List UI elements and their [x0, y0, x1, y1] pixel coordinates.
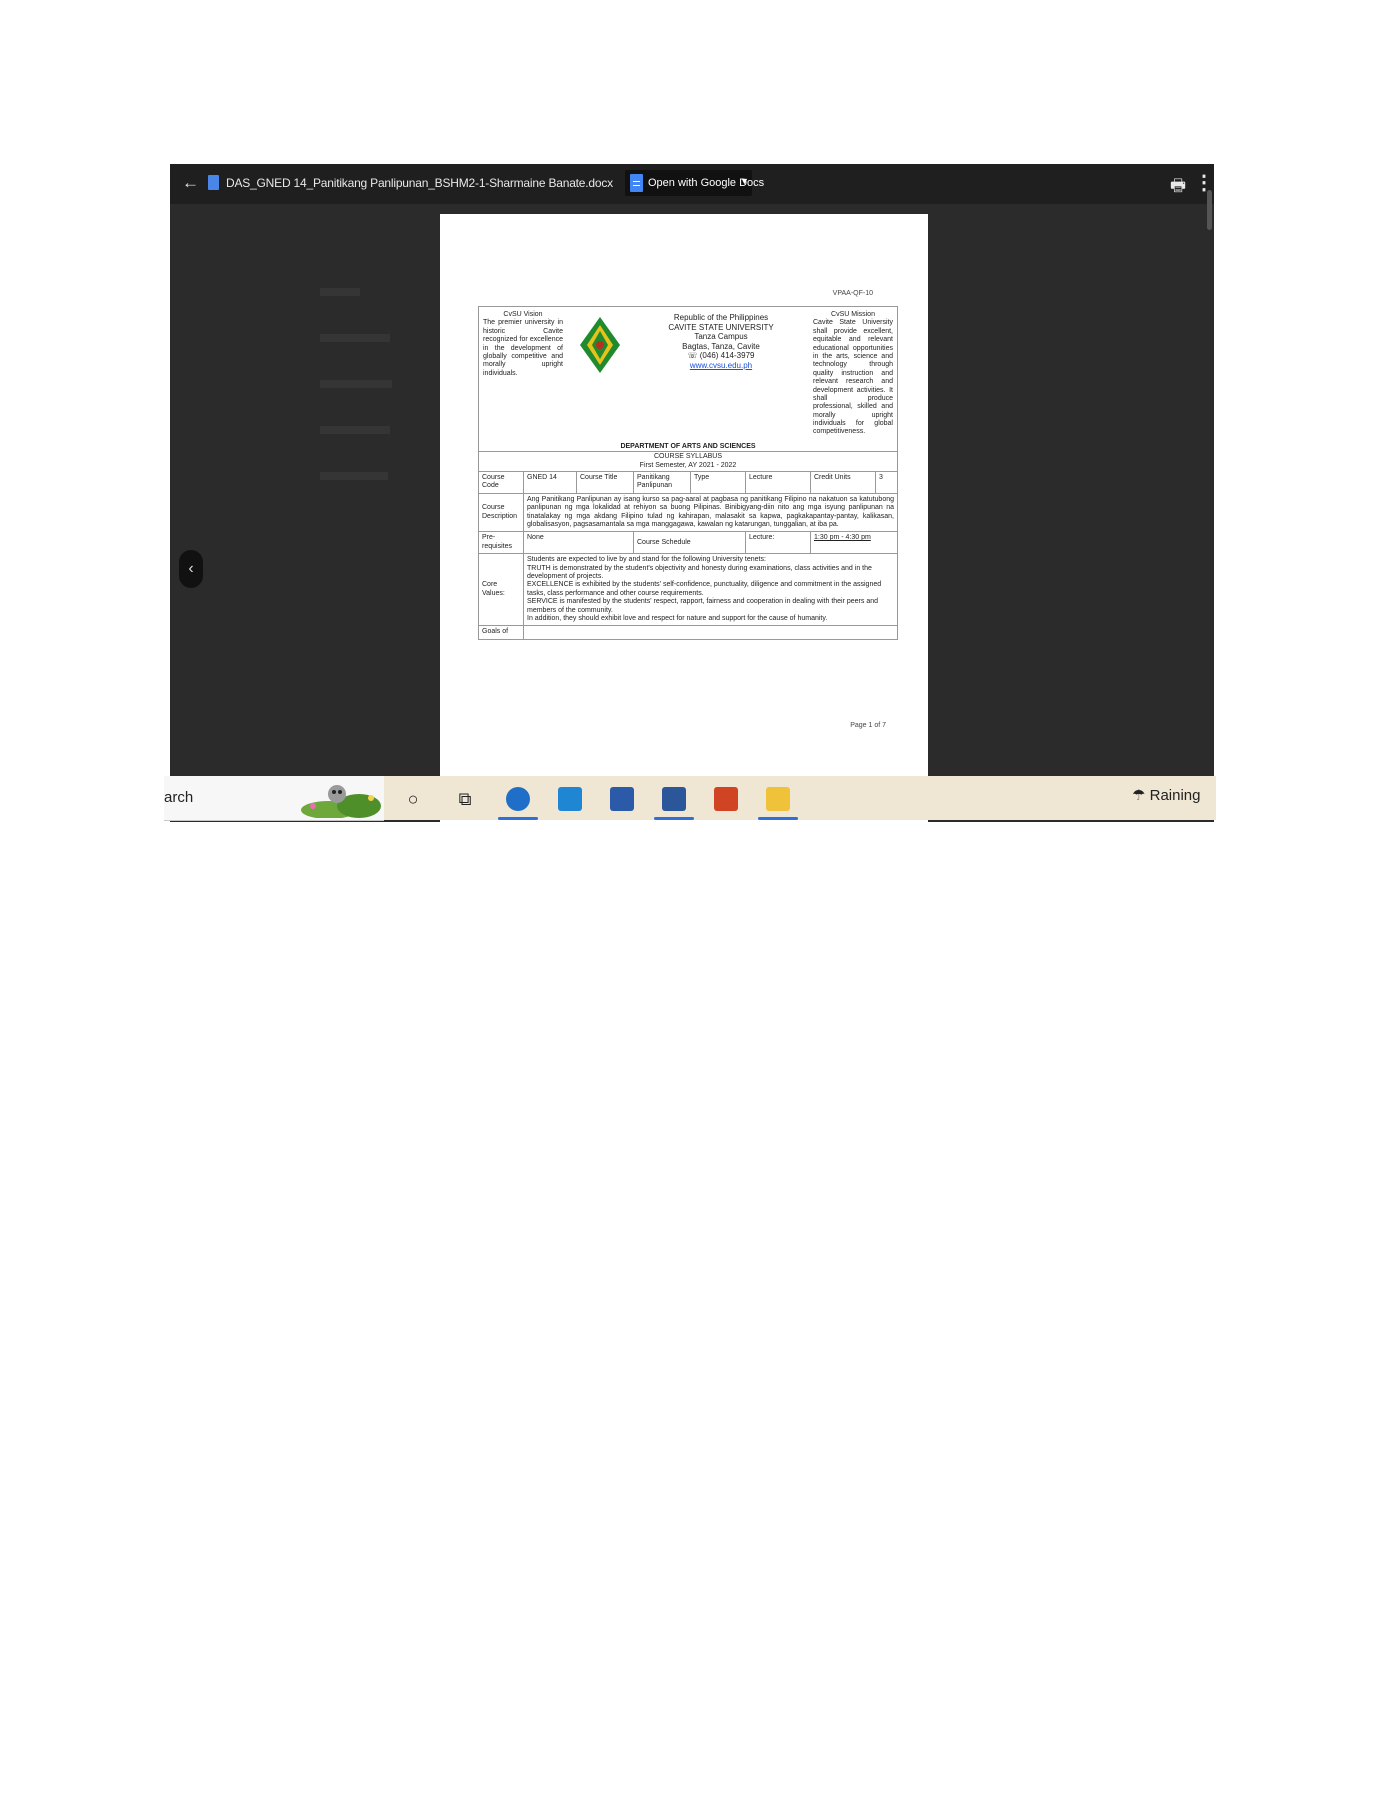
- back-arrow-icon[interactable]: ←: [182, 173, 199, 193]
- chevron-down-icon[interactable]: ▼: [740, 176, 749, 186]
- word-active-indicator: [654, 817, 694, 820]
- vision-title: CvSU Vision: [503, 311, 543, 318]
- course-code-label: Course Code: [478, 471, 524, 494]
- lecture-time: 1:30 pm - 4:30 pm: [810, 531, 898, 555]
- course-title: Panitikang Panlipunan: [633, 471, 691, 494]
- umbrella-icon: ☂: [1132, 787, 1146, 804]
- print-icon[interactable]: 🖶: [1170, 173, 1186, 202]
- task-view-icon[interactable]: ⧉: [452, 786, 478, 812]
- scrollbar[interactable]: [1207, 190, 1212, 230]
- core-values-intro: Students are expected to live by and sta…: [527, 556, 766, 564]
- core-value-excellence: EXCELLENCE is exhibited by the students'…: [527, 581, 882, 597]
- seal-cell: [567, 307, 633, 441]
- sidebar-item: [320, 426, 390, 434]
- credit-units: 3: [875, 471, 898, 494]
- course-syllabus-title: COURSE SYLLABUS: [653, 453, 723, 461]
- syllabus-heading: COURSE SYLLABUS First Semester, AY 2021 …: [478, 451, 898, 473]
- google-docs-icon: [630, 174, 643, 192]
- word-icon[interactable]: [662, 787, 686, 811]
- goals-value: [523, 625, 898, 640]
- description-label: Course Description: [478, 492, 524, 533]
- course-description: Ang Panitikang Panlipunan ay isang kurso…: [523, 492, 898, 533]
- course-code: GNED 14: [523, 471, 577, 494]
- prerequisites-row: Pre-requisites None Course Schedule Lect…: [478, 531, 898, 555]
- type-label: Type: [690, 471, 746, 494]
- explorer-active-indicator: [758, 817, 798, 820]
- previous-file-button[interactable]: ‹: [179, 550, 203, 588]
- edge-active-indicator: [498, 817, 538, 820]
- republic: Republic of the Philippines: [673, 313, 769, 322]
- course-title-label: Course Title: [576, 471, 634, 494]
- lecture-label: Lecture:: [745, 531, 811, 555]
- viewer-toolbar: ← DAS_GNED 14_Panitikang Panlipunan_BSHM…: [170, 164, 1214, 204]
- document-page: VPAA-QF-10 CvSU Vision The premier unive…: [440, 214, 928, 822]
- windows-taskbar: arch ○ ⧉ ☂ Raining: [164, 776, 1216, 821]
- powerpoint-icon[interactable]: [714, 787, 738, 811]
- goals-label: Goals of: [478, 625, 524, 640]
- sidebar-item: [320, 472, 388, 480]
- department-title: DEPARTMENT OF ARTS AND SCIENCES: [620, 442, 756, 450]
- open-with-google-docs-button[interactable]: Open with Google Docs ▼: [625, 170, 764, 196]
- cortana-icon[interactable]: ○: [400, 786, 426, 812]
- taskbar-search-box[interactable]: arch: [164, 776, 384, 821]
- semester: First Semester, AY 2021 - 2022: [639, 461, 737, 469]
- university-name: CAVITE STATE UNIVERSITY: [668, 322, 774, 332]
- mission-text: Cavite State University shall provide ex…: [813, 319, 893, 436]
- search-text: arch: [164, 789, 194, 806]
- sidebar-item: [320, 288, 360, 296]
- weather-text: Raining: [1149, 787, 1201, 804]
- type-value: Lecture: [745, 471, 811, 494]
- weather-widget[interactable]: ☂ Raining: [1132, 786, 1201, 804]
- prereq-value: None: [523, 531, 634, 555]
- prereq-label: Pre-requisites: [478, 531, 524, 555]
- header-row: CvSU Vision The premier university in hi…: [478, 305, 898, 453]
- chevron-left-icon: ‹: [188, 560, 194, 577]
- mission-block: CvSU Mission Cavite State University sha…: [809, 307, 897, 441]
- schedule-label: Course Schedule: [633, 531, 746, 555]
- course-info-row: Course Code GNED 14 Course Title Panitik…: [478, 471, 898, 494]
- edge-browser-icon[interactable]: [506, 787, 530, 811]
- page-number: Page 1 of 7: [850, 722, 886, 729]
- file-explorer-icon[interactable]: [766, 787, 790, 811]
- cvsu-seal-logo: [580, 317, 620, 373]
- core-values-addition: In addition, they should exhibit love an…: [527, 614, 828, 622]
- vision-block: CvSU Vision The premier university in hi…: [479, 307, 567, 441]
- mission-title: CvSU Mission: [831, 311, 875, 318]
- core-value-service: SERVICE is manifested by the students' r…: [527, 598, 879, 614]
- form-code: VPAA-QF-10: [832, 290, 873, 297]
- core-value-truth: TRUTH is demonstrated by the student's o…: [527, 564, 872, 580]
- store-icon[interactable]: [610, 787, 634, 811]
- word-document-icon: [208, 175, 219, 190]
- core-values-text: Students are expected to live by and sta…: [523, 553, 898, 627]
- phone: ☏ (046) 414-3979: [687, 351, 755, 361]
- goals-row: Goals of: [478, 625, 898, 640]
- vision-text: The premier university in historic Cavit…: [483, 319, 563, 377]
- description-row: Course Description Ang Panitikang Panlip…: [478, 492, 898, 533]
- mail-icon[interactable]: [558, 787, 582, 811]
- sidebar-item: [320, 380, 392, 388]
- search-highlight-illustration: [301, 785, 381, 818]
- credit-units-label: Credit Units: [810, 471, 876, 494]
- syllabus-table: CvSU Vision The premier university in hi…: [478, 305, 898, 640]
- campus: Tanza Campus: [694, 332, 748, 342]
- file-name: DAS_GNED 14_Panitikang Panlipunan_BSHM2-…: [226, 176, 613, 190]
- file-viewer-screenshot: ← DAS_GNED 14_Panitikang Panlipunan_BSHM…: [170, 164, 1214, 822]
- sidebar-item: [320, 334, 390, 342]
- university-block: Republic of the Philippines CAVITE STATE…: [633, 307, 809, 441]
- core-values-label: Core Values:: [478, 553, 524, 627]
- website-link[interactable]: www.cvsu.edu.ph: [636, 361, 806, 371]
- address: Bagtas, Tanza, Cavite: [682, 341, 760, 351]
- core-values-row: Core Values: Students are expected to li…: [478, 553, 898, 627]
